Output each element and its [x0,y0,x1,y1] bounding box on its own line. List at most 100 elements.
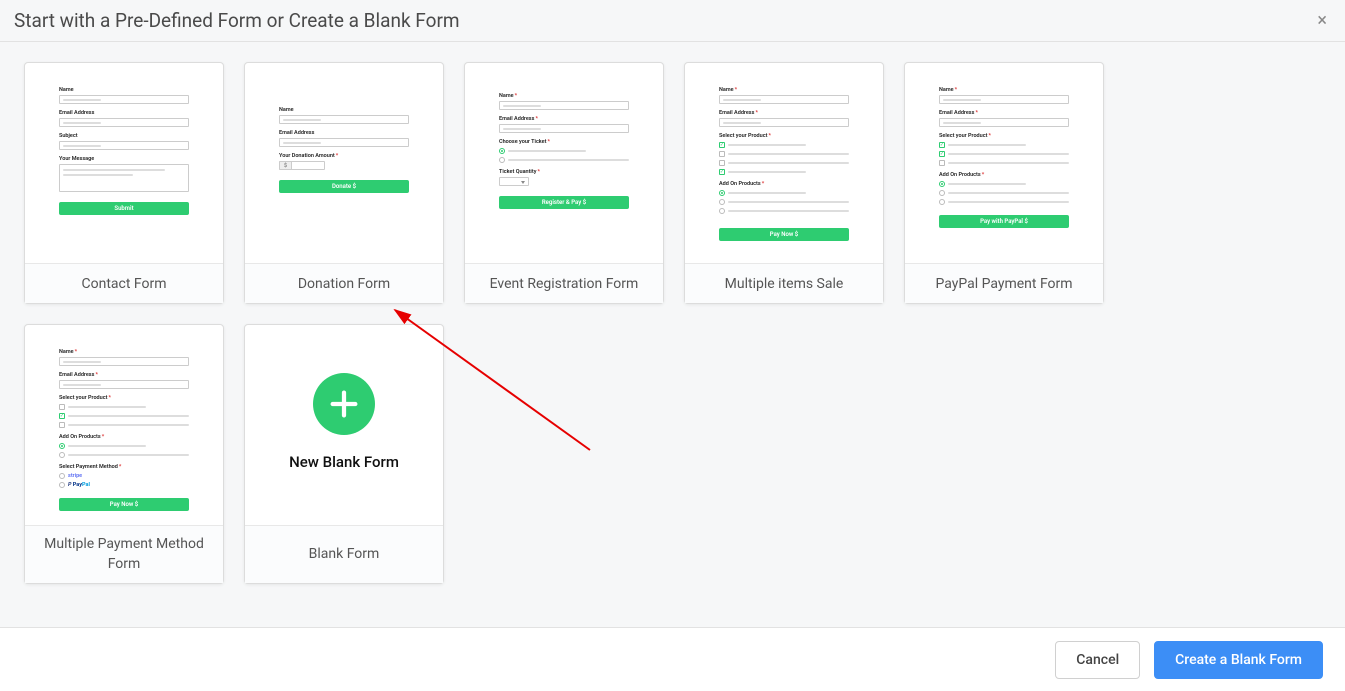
new-blank-form-text: New Blank Form [245,453,443,471]
field-label-email: Email Address* [499,116,629,122]
template-card-donation[interactable]: Name Email Address Your Donation Amount*… [244,62,444,304]
addon-option [59,443,189,449]
field-input [499,101,629,110]
field-label-email: Email Address* [939,110,1069,116]
addon-option [939,181,1069,187]
addon-option [719,208,849,214]
field-input [279,115,409,124]
preview-paypal-button: Pay with PayPal $ [939,215,1069,228]
card-label: Event Registration Form [465,263,663,303]
cancel-button[interactable]: Cancel [1055,641,1140,679]
modal-title: Start with a Pre-Defined Form or Create … [14,9,460,32]
ticket-option [499,157,629,163]
template-card-blank[interactable]: New Blank Form Blank Form [244,324,444,584]
template-card-contact[interactable]: Name Email Address Subject Your Message … [24,62,224,304]
card-preview: Name* Email Address* Select your Product… [25,325,223,525]
product-option [939,142,1069,148]
card-label: PayPal Payment Form [905,263,1103,303]
card-label: Multiple items Sale [685,263,883,303]
field-label-name: Name [279,107,409,113]
addon-option [719,199,849,205]
product-option [719,160,849,166]
preview-register-button: Register & Pay $ [499,196,629,209]
field-amount-group: $ [279,161,409,170]
product-option [719,151,849,157]
card-preview: Name* Email Address* Choose your Ticket*… [465,63,663,263]
field-label-ticket: Choose your Ticket* [499,139,629,145]
preview-donate-button: Donate $ [279,180,409,193]
field-input [279,138,409,147]
preview-pay-button: Pay Now $ [59,498,189,511]
field-input [939,95,1069,104]
field-label-product: Select your Product* [719,133,849,139]
field-label-method: Select Payment Method* [59,464,189,470]
field-input [59,357,189,366]
field-label-email: Email Address* [719,110,849,116]
card-preview: Name Email Address Your Donation Amount*… [245,63,443,263]
field-input [939,118,1069,127]
card-preview: Name Email Address Subject Your Message … [25,63,223,263]
template-card-multi-sale[interactable]: Name* Email Address* Select your Product… [684,62,884,304]
close-icon[interactable]: × [1313,6,1331,35]
field-label-addon: Add On Products* [939,172,1069,178]
product-option [939,151,1069,157]
field-label-message: Your Message [59,156,189,162]
modal-header: Start with a Pre-Defined Form or Create … [0,0,1345,42]
template-card-paypal[interactable]: Name* Email Address* Select your Product… [904,62,1104,304]
product-option [719,142,849,148]
card-label: Contact Form [25,263,223,303]
field-input [59,141,189,150]
create-blank-form-button[interactable]: Create a Blank Form [1154,641,1323,679]
template-card-event[interactable]: Name* Email Address* Choose your Ticket*… [464,62,664,304]
field-input [59,95,189,104]
field-label-email: Email Address [279,130,409,136]
card-preview: Name* Email Address* Select your Product… [905,63,1103,263]
field-label-qty: Ticket Quantity* [499,169,629,175]
field-label-product: Select your Product* [59,395,189,401]
addon-option [59,452,189,458]
field-amount [291,161,325,170]
field-label-product: Select your Product* [939,133,1069,139]
field-input [719,95,849,104]
preview-pay-button: Pay Now $ [719,228,849,241]
product-option [59,413,189,419]
product-option [59,404,189,410]
card-preview: Name* Email Address* Select your Product… [685,63,883,263]
addon-option [719,190,849,196]
plus-icon [313,373,375,435]
ticket-option [499,148,629,154]
method-stripe: stripe [59,473,189,479]
field-label-email: Email Address [59,110,189,116]
field-label-name: Name* [59,349,189,355]
card-label: Multiple Payment Method Form [25,525,223,583]
field-label-addon: Add On Products* [719,181,849,187]
addon-option [939,199,1069,205]
field-label-subject: Subject [59,133,189,139]
preview-submit-button: Submit [59,202,189,215]
modal-footer: Cancel Create a Blank Form [0,627,1345,691]
template-cards-grid: Name Email Address Subject Your Message … [0,42,1345,604]
field-label-name: Name* [939,87,1069,93]
addon-option [939,190,1069,196]
product-option [939,160,1069,166]
field-textarea [59,164,189,192]
product-option [59,422,189,428]
field-label-addon: Add On Products* [59,434,189,440]
card-preview: New Blank Form [245,325,443,525]
product-option [719,169,849,175]
field-input [59,118,189,127]
field-input [499,124,629,133]
field-input [59,380,189,389]
field-select-qty [499,177,529,186]
field-label-amount: Your Donation Amount* [279,153,409,159]
card-label: Donation Form [245,263,443,303]
field-input [719,118,849,127]
method-paypal: P PayPal [59,482,189,488]
field-label-name: Name* [499,93,629,99]
field-label-name: Name [59,87,189,93]
currency-icon: $ [279,161,291,170]
field-label-email: Email Address* [59,372,189,378]
field-label-name: Name* [719,87,849,93]
template-card-multi-pay[interactable]: Name* Email Address* Select your Product… [24,324,224,584]
card-label: Blank Form [245,525,443,583]
